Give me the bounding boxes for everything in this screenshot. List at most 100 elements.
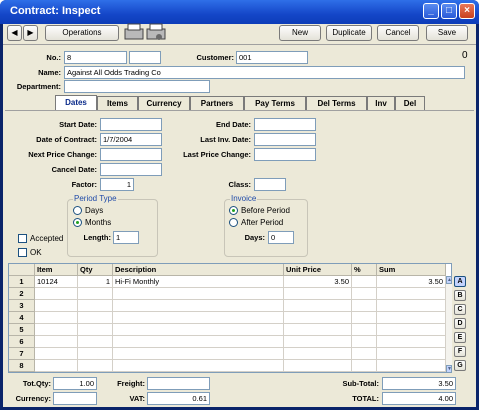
column-header-percent[interactable]: % <box>352 264 377 276</box>
cell-sum[interactable] <box>377 324 446 336</box>
cell-unit-price[interactable] <box>284 312 352 324</box>
no-field[interactable]: 8 <box>64 51 127 64</box>
cancel-button[interactable]: Cancel <box>377 25 419 41</box>
cell-description[interactable] <box>113 348 284 360</box>
title-bar[interactable]: Contract: Inspect _ □ × <box>0 0 479 24</box>
grid-scrollbar[interactable]: ▲ ▼ <box>446 276 452 373</box>
row-number[interactable]: 3 <box>9 300 35 312</box>
scroll-up-icon[interactable]: ▲ <box>446 276 452 284</box>
cell-qty[interactable] <box>78 300 113 312</box>
cell-description[interactable]: Hi-Fi Monthly <box>113 276 284 288</box>
cell-qty[interactable] <box>78 324 113 336</box>
side-button-d[interactable]: D <box>454 318 466 329</box>
cell-sum[interactable] <box>377 288 446 300</box>
scroll-down-icon[interactable]: ▼ <box>446 365 452 373</box>
cell-percent[interactable] <box>352 288 377 300</box>
cell-percent[interactable] <box>352 348 377 360</box>
start-date-field[interactable] <box>100 118 162 131</box>
new-button[interactable]: New <box>279 25 321 41</box>
cell-unit-price[interactable] <box>284 360 352 372</box>
before-period-label[interactable]: Before Period <box>241 206 290 215</box>
cell-qty[interactable] <box>78 336 113 348</box>
cell-percent[interactable] <box>352 360 377 372</box>
next-record-button[interactable]: ▶ <box>23 25 38 41</box>
cell-description[interactable] <box>113 324 284 336</box>
cell-percent[interactable] <box>352 276 377 288</box>
cell-qty[interactable]: 1 <box>78 276 113 288</box>
accepted-label[interactable]: Accepted <box>30 234 63 243</box>
tab-inv[interactable]: Inv <box>367 96 395 110</box>
row-number[interactable]: 8 <box>9 360 35 372</box>
maximize-icon[interactable]: □ <box>441 3 457 19</box>
class-field[interactable] <box>254 178 286 191</box>
printer-icon[interactable] <box>123 22 171 44</box>
date-of-contract-field[interactable]: 1/7/2004 <box>100 133 162 146</box>
attachment-icon[interactable]: 0 <box>462 50 468 61</box>
cell-sum[interactable] <box>377 300 446 312</box>
cell-qty[interactable] <box>78 288 113 300</box>
cell-item[interactable] <box>35 336 78 348</box>
no-extra-field[interactable] <box>129 51 161 64</box>
items-grid[interactable]: Item Qty Description Unit Price % Sum 11… <box>8 263 452 373</box>
ok-label[interactable]: OK <box>30 248 42 257</box>
cell-unit-price[interactable] <box>284 348 352 360</box>
row-number[interactable]: 1 <box>9 276 35 288</box>
cell-item[interactable] <box>35 312 78 324</box>
cell-sum[interactable] <box>377 312 446 324</box>
side-button-g[interactable]: G <box>454 360 466 371</box>
side-button-b[interactable]: B <box>454 290 466 301</box>
row-number[interactable]: 5 <box>9 324 35 336</box>
row-number[interactable]: 7 <box>9 348 35 360</box>
name-field[interactable]: Against All Odds Trading Co <box>64 66 465 79</box>
column-header-qty[interactable]: Qty <box>78 264 113 276</box>
days-radio[interactable] <box>73 206 82 215</box>
customer-field[interactable]: 001 <box>236 51 308 64</box>
side-button-a[interactable]: A <box>454 276 466 287</box>
after-period-radio[interactable] <box>229 218 238 227</box>
cancel-date-field[interactable] <box>100 163 162 176</box>
ok-checkbox[interactable] <box>18 248 27 257</box>
factor-field[interactable]: 1 <box>100 178 134 191</box>
accepted-checkbox[interactable] <box>18 234 27 243</box>
side-button-c[interactable]: C <box>454 304 466 315</box>
row-number[interactable]: 2 <box>9 288 35 300</box>
column-header-sum[interactable]: Sum <box>377 264 446 276</box>
cell-item[interactable] <box>35 324 78 336</box>
cell-percent[interactable] <box>352 312 377 324</box>
cell-item[interactable] <box>35 300 78 312</box>
operations-button[interactable]: Operations <box>45 25 119 41</box>
cell-unit-price[interactable] <box>284 324 352 336</box>
days-option-label[interactable]: Days <box>85 206 103 215</box>
side-button-e[interactable]: E <box>454 332 466 343</box>
tab-del[interactable]: Del <box>395 96 425 110</box>
tab-partners[interactable]: Partners <box>190 96 244 110</box>
cell-qty[interactable] <box>78 360 113 372</box>
cell-unit-price[interactable]: 3.50 <box>284 276 352 288</box>
before-period-radio[interactable] <box>229 206 238 215</box>
cell-item[interactable] <box>35 288 78 300</box>
cell-item[interactable]: 10124 <box>35 276 78 288</box>
months-option-label[interactable]: Months <box>85 218 111 227</box>
cell-item[interactable] <box>35 360 78 372</box>
cell-description[interactable] <box>113 360 284 372</box>
currency-field[interactable] <box>53 392 97 405</box>
cell-description[interactable] <box>113 312 284 324</box>
previous-record-button[interactable]: ◀ <box>7 25 22 41</box>
cell-unit-price[interactable] <box>284 300 352 312</box>
tab-pay-terms[interactable]: Pay Terms <box>244 96 306 110</box>
tab-items[interactable]: Items <box>97 96 138 110</box>
cell-sum[interactable] <box>377 360 446 372</box>
duplicate-button[interactable]: Duplicate <box>326 25 372 41</box>
column-header-unit-price[interactable]: Unit Price <box>284 264 352 276</box>
tab-del-terms[interactable]: Del Terms <box>306 96 367 110</box>
cell-percent[interactable] <box>352 336 377 348</box>
cell-item[interactable] <box>35 348 78 360</box>
cell-description[interactable] <box>113 288 284 300</box>
last-price-change-field[interactable] <box>254 148 316 161</box>
length-field[interactable]: 1 <box>113 231 139 244</box>
cell-unit-price[interactable] <box>284 288 352 300</box>
cell-qty[interactable] <box>78 348 113 360</box>
end-date-field[interactable] <box>254 118 316 131</box>
cell-sum[interactable] <box>377 336 446 348</box>
cell-sum[interactable] <box>377 348 446 360</box>
